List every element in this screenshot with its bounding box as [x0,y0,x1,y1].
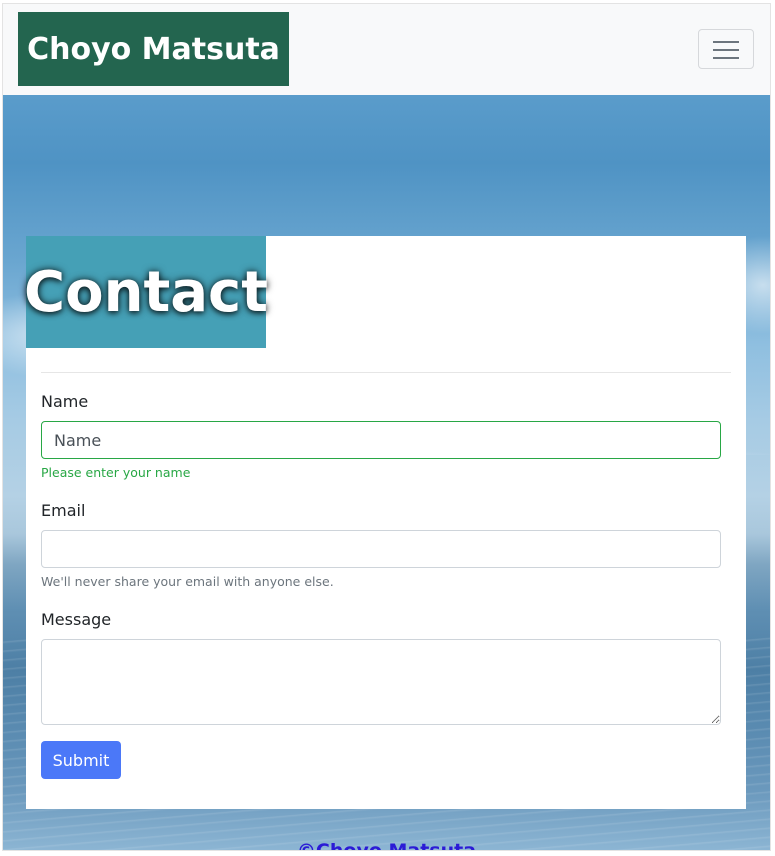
divider [41,372,731,373]
page-frame: Choyo Matsuta Contact Name Please enter … [2,3,771,851]
name-input[interactable] [41,421,721,459]
email-input[interactable] [41,530,721,568]
submit-button[interactable]: Submit [41,741,121,779]
brand-link[interactable]: Choyo Matsuta [18,12,289,86]
footer-copyright: ©Choyo Matsuta [296,840,477,851]
navbar-toggler-button[interactable] [698,29,754,69]
email-help-text: We'll never share your email with anyone… [41,574,334,589]
hero-background: Contact Name Please enter your name Emai… [3,95,770,851]
message-label: Message [41,610,112,629]
page-title: Contact [24,236,268,348]
name-feedback: Please enter your name [41,465,191,480]
name-label: Name [41,392,89,411]
email-label: Email [41,501,86,520]
message-textarea[interactable] [41,639,721,725]
navbar: Choyo Matsuta [3,4,770,95]
contact-card: Contact Name Please enter your name Emai… [24,236,746,809]
